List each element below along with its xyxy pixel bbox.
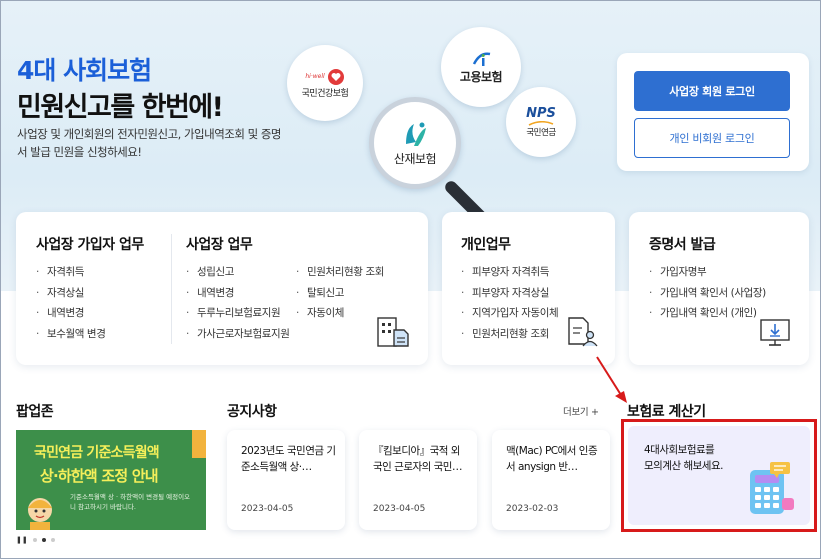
business-subscriber-title[interactable]: 사업장 가입자 업무: [36, 234, 144, 254]
list-item[interactable]: 자격상실: [36, 285, 105, 306]
notices-more-link[interactable]: 더보기 +: [563, 404, 599, 418]
popup-banner[interactable]: 국민연금 기준소득월액 상·하한액 조정 안내 기준소득월액 상 · 하한액이 …: [16, 430, 206, 530]
list-item[interactable]: 보수월액 변경: [36, 326, 106, 347]
hero-description: 사업장 및 개인회원의 전자민원신고, 가입내역조회 및 증명서 발급 민원을 …: [17, 127, 282, 159]
business-title[interactable]: 사업장 업무: [186, 234, 253, 254]
list-item[interactable]: 지역가입자 자동이체: [461, 305, 559, 326]
hero-title: 4대 사회보험: [17, 56, 152, 85]
business-card: 사업장 가입자 업무 자격취득 자격상실 내역변경 보수월액 변경 사업장 업무…: [16, 212, 428, 365]
mascot-icon: [28, 498, 52, 530]
popup-banner-subtext: 기준소득월액 상 · 하한액이 변경될 예정이오니 참고하시기 바랍니다.: [70, 493, 191, 511]
list-item[interactable]: 가입자명부: [649, 264, 766, 285]
heart-icon: [327, 68, 344, 85]
nps-label: 국민연금: [526, 128, 556, 138]
person-document-icon: [568, 317, 598, 347]
list-item[interactable]: 내역변경: [36, 305, 105, 326]
notice-card[interactable]: 2023년도 국민연금 기준소득월액 상·… 2023-04-05: [227, 430, 345, 530]
nps-logo-text: NPS: [526, 106, 556, 121]
business-subscriber-list: 자격취득 자격상실 내역변경 보수월액 변경: [36, 264, 106, 347]
certificate-title[interactable]: 증명서 발급: [649, 234, 716, 254]
list-item[interactable]: 민원처리현황 조회: [461, 326, 558, 347]
notice-text: 맥(Mac) PC에서 인증서 anysign 반…: [506, 445, 598, 473]
certificate-card: 증명서 발급 가입자명부 가입내역 확인서 (사업장) 가입내역 확인서 (개인…: [629, 212, 809, 365]
notice-text: 『킴보디아』국적 외국인 근로자의 국민…: [373, 445, 462, 473]
list-item[interactable]: 탈퇴신고: [296, 285, 384, 306]
notice-card[interactable]: 『킴보디아』국적 외국인 근로자의 국민… 2023-04-05: [359, 430, 477, 530]
notice-date: 2023-04-05: [373, 504, 426, 514]
list-item[interactable]: 성립신고: [186, 264, 290, 285]
individual-card: 개인업무 피부양자 자격취득 피부양자 자격상실 지역가입자 자동이체 민원처리…: [442, 212, 615, 365]
nhis-logo-circle: hi·well 국민건강보험: [287, 45, 363, 121]
list-item[interactable]: 가입내역 확인서 (사업장): [649, 285, 766, 306]
hero-subtitle: 민원신고를 한번에!: [17, 92, 224, 123]
calculator-title: 보험료 계산기: [627, 404, 706, 420]
ei-logo-circle: 고용보험: [441, 27, 521, 107]
pager-dot-active[interactable]: [41, 538, 46, 542]
list-item[interactable]: 가입내역 확인서 (개인): [649, 305, 766, 326]
nps-logo-circle: NPS 국민연금: [506, 87, 576, 157]
building-document-icon: [377, 317, 409, 347]
popup-zone-title: 팝업존: [16, 404, 54, 420]
business-list-col2: 민원처리현황 조회 탈퇴신고 자동이체: [296, 264, 384, 326]
notice-text: 2023년도 국민연금 기준소득월액 상·…: [241, 445, 336, 473]
kcomwel-logo-icon: [406, 122, 426, 146]
list-item[interactable]: 자동이체: [296, 305, 384, 326]
list-item[interactable]: 민원처리현황 조회: [296, 264, 384, 285]
pager-dot[interactable]: [32, 538, 37, 542]
individual-list: 피부양자 자격취득 피부양자 자격상실 지역가입자 자동이체 민원처리현황 조회: [461, 264, 559, 347]
calculator-highlight-box: [621, 419, 817, 532]
notice-date: 2023-04-05: [241, 504, 294, 514]
list-item[interactable]: 피부양자 자격상실: [461, 285, 558, 306]
business-list-col1: 성립신고 내역변경 두루누리보험료지원 가사근로자보험료지원: [186, 264, 290, 346]
kcomwel-logo-circle: 산재보험: [369, 97, 461, 189]
individual-title[interactable]: 개인업무: [461, 234, 511, 254]
list-item[interactable]: 내역변경: [186, 285, 290, 306]
individual-nonmember-login-button[interactable]: 개인 비회원 로그인: [634, 118, 790, 158]
nhis-tag: hi·well: [305, 73, 325, 80]
notice-card[interactable]: 맥(Mac) PC에서 인증서 anysign 반… 2023-02-03: [492, 430, 610, 530]
business-member-login-button[interactable]: 사업장 회원 로그인: [634, 71, 790, 111]
kcomwel-label: 산재보험: [393, 151, 437, 166]
popup-banner-line1: 국민연금 기준소득월액: [34, 445, 160, 461]
monitor-download-icon: [760, 319, 790, 346]
list-item[interactable]: 자격취득: [36, 264, 105, 285]
certificate-list: 가입자명부 가입내역 확인서 (사업장) 가입내역 확인서 (개인): [649, 264, 766, 326]
ei-label: 고용보험: [459, 69, 503, 84]
pause-icon[interactable]: ❚❚: [16, 536, 28, 544]
pager-dot[interactable]: [50, 538, 55, 542]
popup-pager: ❚❚: [16, 536, 55, 544]
nhis-label: 국민건강보험: [301, 88, 349, 99]
popup-banner-line2: 상·하한액 조정 안내: [40, 467, 159, 485]
notices-title: 공지사항: [227, 404, 277, 420]
popup-banner-tag: [192, 430, 206, 458]
ei-logo-icon: [472, 51, 491, 66]
card-divider: [171, 234, 172, 344]
list-item[interactable]: 두루누리보험료지원: [186, 305, 290, 326]
list-item[interactable]: 가사근로자보험료지원: [186, 326, 290, 347]
login-panel: 사업장 회원 로그인 개인 비회원 로그인: [617, 53, 809, 171]
notice-date: 2023-02-03: [506, 504, 559, 514]
list-item[interactable]: 피부양자 자격취득: [461, 264, 558, 285]
